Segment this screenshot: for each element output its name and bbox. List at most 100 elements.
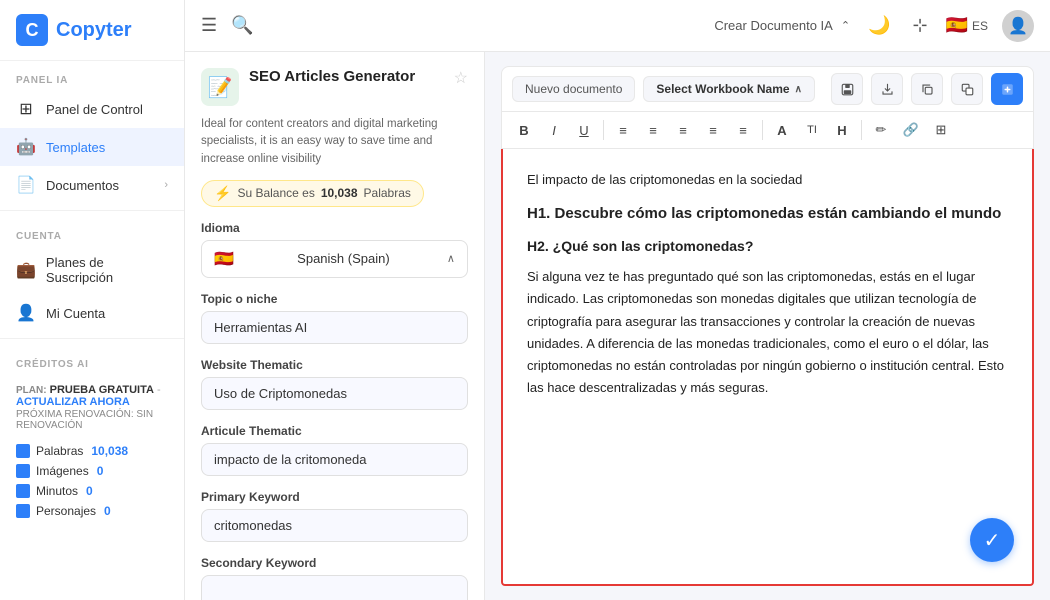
sidebar-item-label: Planes de Suscripción [46,255,168,285]
pen-button[interactable]: ✏ [867,116,895,144]
sidebar-divider [0,210,184,211]
list-button[interactable]: ≡ [729,116,757,144]
cuenta-label: CUENTA [0,217,184,246]
generator-title-col: SEO Articles Generator [249,68,444,85]
italic-button[interactable]: I [540,116,568,144]
editor-btn-3[interactable] [911,73,943,105]
workbook-label: Select Workbook Name [656,82,789,96]
plan-free: PRUEBA GRATUITA [50,384,154,396]
website-group: Website Thematic [201,358,468,410]
creditos-label: CRÉDITOS AI [0,345,184,374]
idioma-label: Idioma [201,221,468,235]
panel-icon: ⊞ [16,99,36,119]
avatar[interactable]: 👤 [1002,10,1034,42]
editor-btn-active[interactable] [991,73,1023,105]
font-size-button[interactable]: TI [798,116,826,144]
fab-button[interactable]: ✓ [970,518,1014,562]
font-color-button[interactable]: A [768,116,796,144]
plan-renovacion: PRÓXIMA RENOVACIÓN: SIN RENOVACIÓN [16,409,168,431]
credit-label-palabras: Palabras [36,444,83,458]
article-input[interactable] [201,443,468,476]
secondary-kw-input[interactable] [201,575,468,600]
credit-count-minutos: 0 [86,484,93,498]
sidebar-item-templates[interactable]: 🤖 Templates [0,128,184,166]
menu-icon[interactable]: ☰ [201,15,217,36]
credit-imagenes: Imágenes 0 [0,461,184,481]
documentos-icon: 📄 [16,175,36,195]
align-right-button[interactable]: ≡ [669,116,697,144]
balance-value: 10,038 [321,186,358,200]
primary-kw-label: Primary Keyword [201,490,468,504]
align-left-button[interactable]: ≡ [609,116,637,144]
primary-kw-input[interactable] [201,509,468,542]
bold-button[interactable]: B [510,116,538,144]
toolbar-sep-2 [762,120,763,140]
editor-topbar: Nuevo documento Select Workbook Name ∧ [501,66,1034,112]
crear-documento-button[interactable]: Crear Documento IA ⌃ [714,18,850,33]
sidebar-item-planes[interactable]: 💼 Planes de Suscripción [0,246,184,294]
credit-count-personajes: 0 [104,504,111,518]
expand-icon[interactable]: ⊹ [908,11,931,40]
table-button[interactable]: ⊞ [927,116,955,144]
idioma-flag: 🇪🇸 [214,249,234,269]
editor-btn-4[interactable] [951,73,983,105]
star-icon[interactable]: ☆ [454,68,468,88]
right-panel: Nuevo documento Select Workbook Name ∧ [485,52,1050,600]
credit-label-minutos: Minutos [36,484,78,498]
align-center-button[interactable]: ≡ [639,116,667,144]
bolt-icon: ⚡ [214,185,231,202]
heading-button[interactable]: H [828,116,856,144]
left-panel: 📝 SEO Articles Generator ☆ Ideal for con… [185,52,485,600]
doc-selector[interactable]: Nuevo documento [512,76,635,102]
credit-count-palabras: 10,038 [91,444,128,458]
logo-text: Copyter [56,19,132,42]
idioma-group: Idioma 🇪🇸 Spanish (Spain) ∧ [201,221,468,278]
editor-btn-2[interactable] [871,73,903,105]
align-justify-button[interactable]: ≡ [699,116,727,144]
chevron-down-icon: ∧ [447,252,455,265]
content: 📝 SEO Articles Generator ☆ Ideal for con… [185,52,1050,600]
idioma-value: Spanish (Spain) [297,251,390,266]
topic-group: Topic o niche [201,292,468,344]
search-icon[interactable]: 🔍 [231,15,253,36]
editor-body-text: Si alguna vez te has preguntado qué son … [527,266,1008,399]
underline-button[interactable]: U [570,116,598,144]
topic-input[interactable] [201,311,468,344]
editor-h2: H2. ¿Qué son las criptomonedas? [527,235,1008,259]
planes-icon: 💼 [16,260,36,280]
idioma-select[interactable]: 🇪🇸 Spanish (Spain) ∧ [201,240,468,278]
credit-icon-imagenes [16,464,30,478]
arrow-icon: › [164,179,168,191]
plan-info: PLAN: PRUEBA GRATUITA - ACTUALIZAR AHORA [16,384,168,408]
ai-icon [1000,82,1015,97]
editor-body[interactable]: El impacto de las criptomonedas en la so… [501,149,1034,586]
sidebar-plan: PLAN: PRUEBA GRATUITA - ACTUALIZAR AHORA… [0,374,184,441]
website-input[interactable] [201,377,468,410]
topbar-left: ☰ 🔍 [201,15,254,36]
plan-label: PLAN: [16,385,47,396]
plan-update[interactable]: ACTUALIZAR AHORA [16,396,130,408]
article-group: Articule Thematic [201,424,468,476]
logo-letter: C [26,20,39,41]
editor-btn-1[interactable] [831,73,863,105]
website-label: Website Thematic [201,358,468,372]
micuenta-icon: 👤 [16,303,36,323]
generator-icon: 📝 [201,68,239,106]
primary-kw-group: Primary Keyword [201,490,468,542]
toolbar-sep-3 [861,120,862,140]
sidebar-item-label: Documentos [46,178,119,193]
dark-mode-icon[interactable]: 🌙 [864,11,894,40]
generator-desc: Ideal for content creators and digital m… [201,116,468,168]
duplicate-icon [960,82,975,97]
topbar-right: Crear Documento IA ⌃ 🌙 ⊹ 🇪🇸 ES 👤 [714,10,1034,42]
sidebar-item-panel[interactable]: ⊞ Panel de Control [0,90,184,128]
language-selector[interactable]: 🇪🇸 ES [946,15,988,36]
flag-icon: 🇪🇸 [946,15,968,36]
workbook-selector[interactable]: Select Workbook Name ∧ [643,76,814,102]
sidebar-item-documentos[interactable]: 📄 Documentos › [0,166,184,204]
credit-personajes: Personajes 0 [0,501,184,521]
sidebar-logo: C Copyter [0,0,184,61]
credit-count-imagenes: 0 [97,464,104,478]
sidebar-item-micuenta[interactable]: 👤 Mi Cuenta [0,294,184,332]
link-button[interactable]: 🔗 [897,116,925,144]
